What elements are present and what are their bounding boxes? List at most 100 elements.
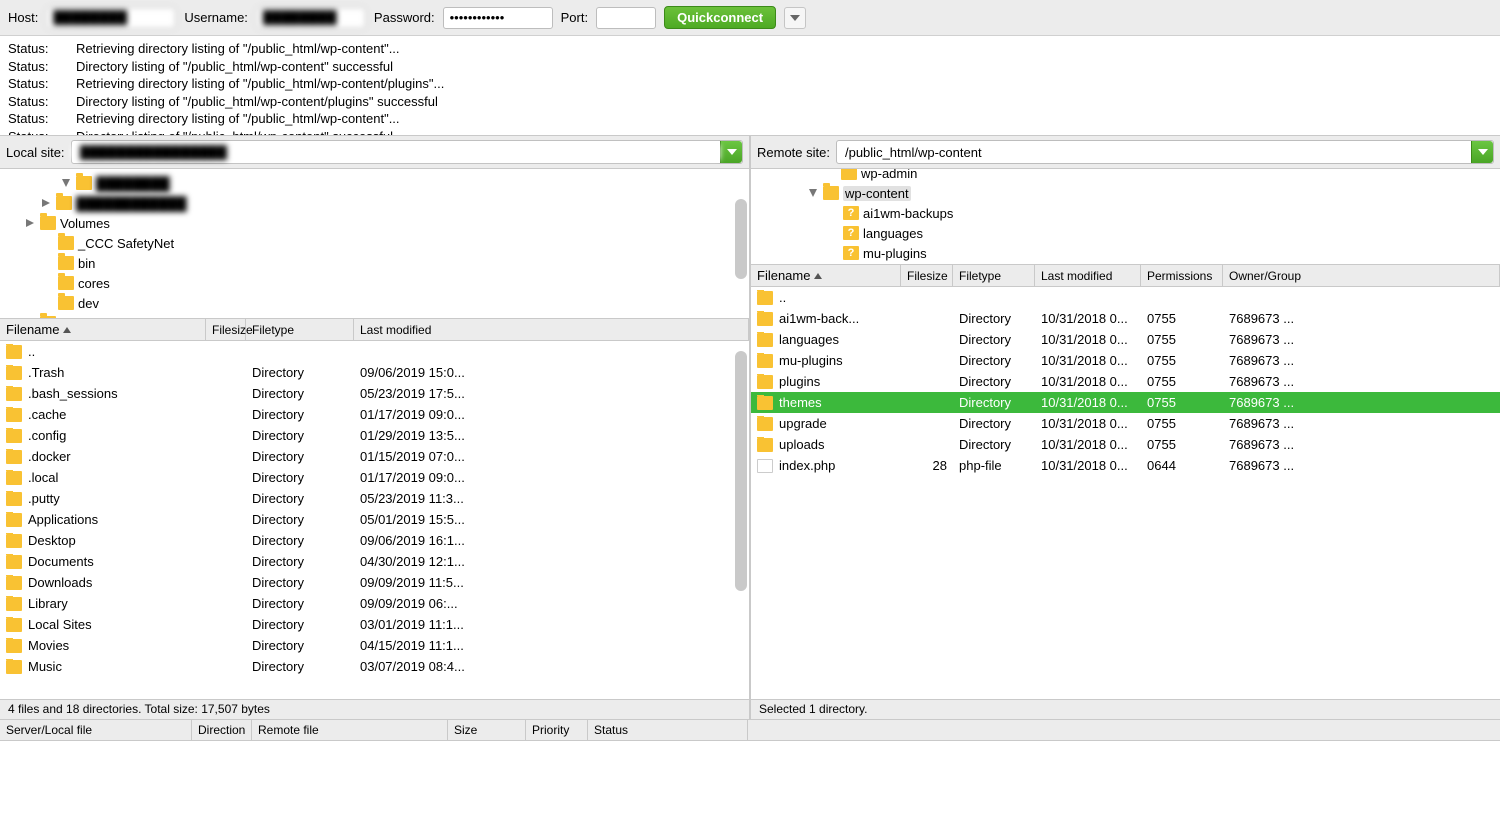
file-row[interactable]: mu-pluginsDirectory10/31/2018 0...075576… bbox=[751, 350, 1500, 371]
file-row[interactable]: .. bbox=[751, 287, 1500, 308]
scrollbar-thumb[interactable] bbox=[735, 199, 747, 279]
file-row[interactable]: Local SitesDirectory03/01/2019 11:1... bbox=[0, 614, 749, 635]
file-row[interactable]: ApplicationsDirectory05/01/2019 15:5... bbox=[0, 509, 749, 530]
header-remote-file[interactable]: Remote file bbox=[252, 720, 448, 740]
file-row[interactable]: pluginsDirectory10/31/2018 0...075576896… bbox=[751, 371, 1500, 392]
remote-path-combo[interactable] bbox=[836, 140, 1494, 164]
header-modified[interactable]: Last modified bbox=[354, 319, 749, 340]
local-file-list[interactable]: ...TrashDirectory09/06/2019 15:0....bash… bbox=[0, 341, 749, 699]
folder-icon bbox=[757, 417, 773, 431]
remote-path-input[interactable] bbox=[837, 145, 1471, 160]
header-permissions[interactable]: Permissions bbox=[1141, 265, 1223, 286]
remote-path-dropdown[interactable] bbox=[1471, 141, 1493, 163]
expand-down-icon[interactable] bbox=[807, 187, 819, 199]
message-log[interactable]: Status:Retrieving directory listing of "… bbox=[0, 36, 1500, 136]
remote-directory-tree[interactable]: wp-adminwp-content?ai1wm-backups?languag… bbox=[751, 169, 1500, 265]
host-label: Host: bbox=[8, 10, 38, 25]
header-filetype[interactable]: Filetype bbox=[953, 265, 1035, 286]
folder-icon bbox=[6, 576, 22, 590]
password-label: Password: bbox=[374, 10, 435, 25]
file-row[interactable]: themesDirectory10/31/2018 0...0755768967… bbox=[751, 392, 1500, 413]
header-direction[interactable]: Direction bbox=[192, 720, 252, 740]
file-row[interactable]: languagesDirectory10/31/2018 0...0755768… bbox=[751, 329, 1500, 350]
header-filetype[interactable]: Filetype bbox=[246, 319, 354, 340]
folder-icon bbox=[757, 312, 773, 326]
file-row[interactable]: .dockerDirectory01/15/2019 07:0... bbox=[0, 446, 749, 467]
folder-icon bbox=[757, 396, 773, 410]
file-row[interactable]: .cacheDirectory01/17/2019 09:0... bbox=[0, 404, 749, 425]
header-size[interactable]: Size bbox=[448, 720, 526, 740]
tree-item[interactable]: dev bbox=[0, 293, 749, 313]
local-path-input[interactable] bbox=[72, 145, 720, 160]
file-row[interactable]: .puttyDirectory05/23/2019 11:3... bbox=[0, 488, 749, 509]
local-pane: Local site: ████████████████████Volumes_… bbox=[0, 136, 749, 719]
file-row[interactable]: upgradeDirectory10/31/2018 0...075576896… bbox=[751, 413, 1500, 434]
file-row[interactable]: DesktopDirectory09/06/2019 16:1... bbox=[0, 530, 749, 551]
header-filename[interactable]: Filename bbox=[0, 319, 206, 340]
expand-right-icon[interactable] bbox=[24, 317, 36, 319]
tree-item[interactable]: ?ai1wm-backups bbox=[751, 203, 1500, 223]
tree-item[interactable]: cores bbox=[0, 273, 749, 293]
local-path-combo[interactable] bbox=[71, 140, 743, 164]
expand-down-icon[interactable] bbox=[60, 177, 72, 189]
local-directory-tree[interactable]: ████████████████████Volumes_CCC SafetyNe… bbox=[0, 169, 749, 319]
folder-icon bbox=[6, 555, 22, 569]
scrollbar-thumb[interactable] bbox=[735, 351, 747, 591]
file-row[interactable]: ai1wm-back...Directory10/31/2018 0...075… bbox=[751, 308, 1500, 329]
tree-item[interactable]: etc bbox=[0, 313, 749, 319]
header-status[interactable]: Status bbox=[588, 720, 748, 740]
port-label: Port: bbox=[561, 10, 588, 25]
file-row[interactable]: DocumentsDirectory04/30/2019 12:1... bbox=[0, 551, 749, 572]
tree-item[interactable]: wp-content bbox=[751, 183, 1500, 203]
tree-item[interactable]: bin bbox=[0, 253, 749, 273]
expand-right-icon[interactable] bbox=[40, 197, 52, 209]
header-filename[interactable]: Filename bbox=[751, 265, 901, 286]
queue-body[interactable] bbox=[0, 741, 1500, 839]
file-row[interactable]: DownloadsDirectory09/09/2019 11:5... bbox=[0, 572, 749, 593]
file-row[interactable]: MusicDirectory03/07/2019 08:4... bbox=[0, 656, 749, 677]
file-row[interactable]: index.php28php-file10/31/2018 0...064476… bbox=[751, 455, 1500, 476]
file-row[interactable]: .. bbox=[0, 341, 749, 362]
queue-header[interactable]: Server/Local file Direction Remote file … bbox=[0, 719, 1500, 741]
quickconnect-history-button[interactable] bbox=[784, 7, 806, 29]
header-filesize[interactable]: Filesize bbox=[901, 265, 953, 286]
folder-icon bbox=[40, 216, 56, 230]
remote-file-list[interactable]: ..ai1wm-back...Directory10/31/2018 0...0… bbox=[751, 287, 1500, 699]
tree-item[interactable]: ████████████ bbox=[0, 193, 749, 213]
password-input[interactable] bbox=[443, 7, 553, 29]
tree-item[interactable]: ?languages bbox=[751, 223, 1500, 243]
header-filesize[interactable]: Filesize bbox=[206, 319, 246, 340]
local-path-dropdown[interactable] bbox=[720, 141, 742, 163]
tree-item[interactable]: wp-admin bbox=[751, 169, 1500, 183]
tree-item[interactable]: Volumes bbox=[0, 213, 749, 233]
file-row[interactable]: LibraryDirectory09/09/2019 06:... bbox=[0, 593, 749, 614]
folder-icon bbox=[6, 471, 22, 485]
port-input[interactable] bbox=[596, 7, 656, 29]
remote-file-header[interactable]: Filename Filesize Filetype Last modified… bbox=[751, 265, 1500, 287]
header-owner[interactable]: Owner/Group bbox=[1223, 265, 1500, 286]
file-row[interactable]: .configDirectory01/29/2019 13:5... bbox=[0, 425, 749, 446]
tree-item[interactable]: _CCC SafetyNet bbox=[0, 233, 749, 253]
header-modified[interactable]: Last modified bbox=[1035, 265, 1141, 286]
expand-right-icon[interactable] bbox=[24, 217, 36, 229]
host-input[interactable] bbox=[46, 7, 176, 29]
file-row[interactable]: .localDirectory01/17/2019 09:0... bbox=[0, 467, 749, 488]
folder-icon bbox=[6, 366, 22, 380]
transfer-queue: Server/Local file Direction Remote file … bbox=[0, 719, 1500, 839]
folder-icon bbox=[58, 236, 74, 250]
remote-status-bar: Selected 1 directory. bbox=[751, 699, 1500, 719]
remote-site-bar: Remote site: bbox=[751, 136, 1500, 169]
tree-item[interactable]: ?mu-plugins bbox=[751, 243, 1500, 263]
local-file-header[interactable]: Filename Filesize Filetype Last modified bbox=[0, 319, 749, 341]
file-row[interactable]: .TrashDirectory09/06/2019 15:0... bbox=[0, 362, 749, 383]
tree-item[interactable]: ████████ bbox=[0, 173, 749, 193]
header-local-file[interactable]: Server/Local file bbox=[0, 720, 192, 740]
header-priority[interactable]: Priority bbox=[526, 720, 588, 740]
file-row[interactable]: uploadsDirectory10/31/2018 0...075576896… bbox=[751, 434, 1500, 455]
folder-icon bbox=[757, 333, 773, 347]
folder-icon bbox=[58, 256, 74, 270]
file-row[interactable]: .bash_sessionsDirectory05/23/2019 17:5..… bbox=[0, 383, 749, 404]
quickconnect-button[interactable]: Quickconnect bbox=[664, 6, 776, 29]
file-row[interactable]: MoviesDirectory04/15/2019 11:1... bbox=[0, 635, 749, 656]
username-input[interactable] bbox=[256, 7, 366, 29]
